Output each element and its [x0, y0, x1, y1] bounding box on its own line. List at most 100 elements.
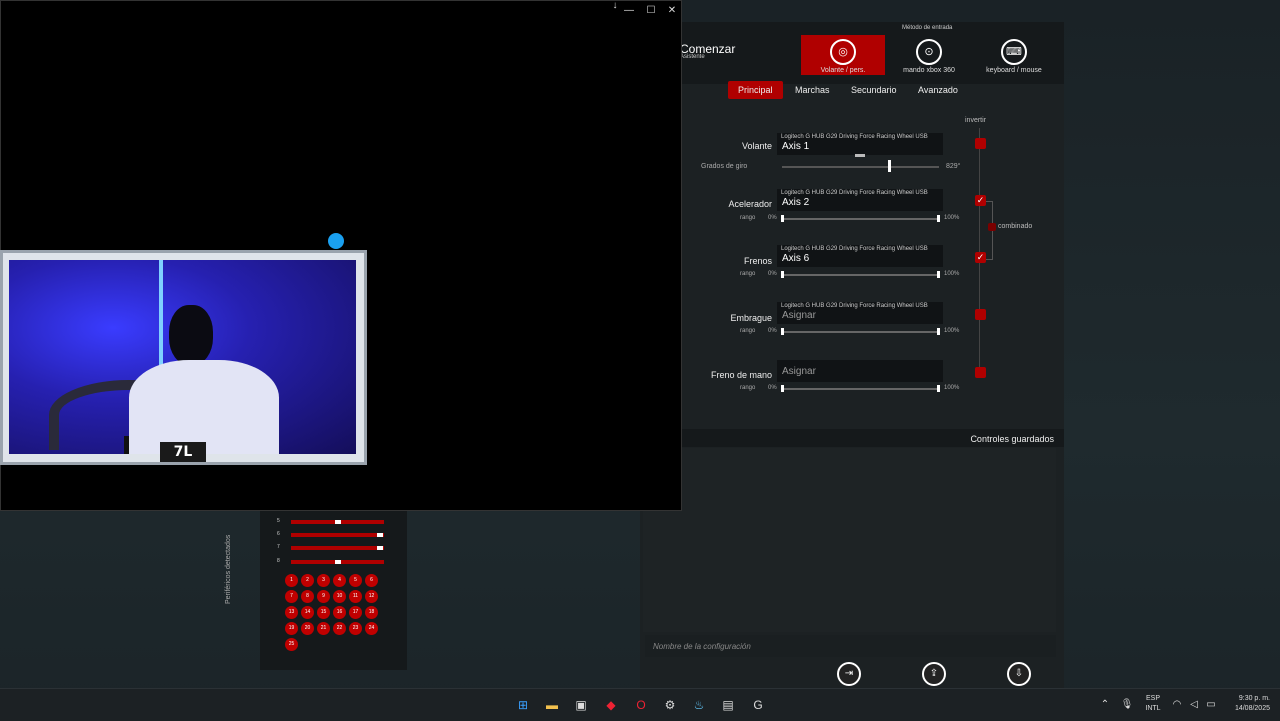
range-min: 0% — [768, 328, 777, 334]
range-max-handle[interactable] — [937, 215, 940, 222]
clock[interactable]: 9:30 p. m. 14/08/2025 — [1222, 694, 1270, 714]
button-indicator: 6 — [365, 574, 378, 587]
range-max-handle[interactable] — [937, 271, 940, 278]
range-row-freno-de-mano: rango 0% 100% — [700, 384, 960, 394]
range-track[interactable] — [781, 218, 939, 220]
mode-keyboard-button[interactable]: ⌨ keyboard / mouse — [972, 35, 1056, 75]
button-indicator: 15 — [317, 606, 330, 619]
axis-device-acelerador: Logitech G HUB G29 Driving Force Racing … — [781, 190, 928, 196]
axis-device-frenos: Logitech G HUB G29 Driving Force Racing … — [781, 246, 928, 252]
range-track[interactable] — [781, 388, 939, 390]
load-button[interactable]: ⇪ — [922, 662, 946, 686]
range-min: 0% — [768, 215, 777, 221]
button-indicator: 13 — [285, 606, 298, 619]
button-indicator: 2 — [301, 574, 314, 587]
rotation-slider[interactable] — [782, 166, 939, 168]
maximize-button[interactable]: ☐ — [643, 5, 659, 16]
axis-number: 7 — [277, 544, 280, 550]
mode-xbox-button[interactable]: ⊙ mando xbox 360 — [887, 35, 971, 75]
tab-secundario[interactable]: Secundario — [841, 81, 907, 99]
range-min-handle[interactable] — [781, 385, 784, 392]
rotation-label: Grados de giro — [701, 163, 748, 170]
microphone-icon[interactable]: 🎙 — [1118, 696, 1136, 714]
saved-controls-list[interactable] — [643, 448, 1056, 632]
button-indicator: 12 — [365, 590, 378, 603]
config-name-placeholder: Nombre de la configuración — [653, 642, 751, 651]
axis-field-freno-de-mano[interactable]: Asignar — [777, 360, 943, 382]
person-hoodie — [129, 360, 279, 454]
invert-toggle-freno-de-mano[interactable] — [975, 367, 986, 378]
axis-field-volante[interactable]: Logitech G HUB G29 Driving Force Racing … — [777, 133, 943, 155]
taskbar: ⊞ ▬ ▣ ◆ O ⚙ ♨ ▤ G ⌃ 🎙 ESP INTL ◠ ◁ ▭ 9:3… — [0, 688, 1280, 721]
app-diamond-icon[interactable]: ◆ — [602, 696, 620, 714]
mode-wheel-label: Volante / pers. — [820, 67, 866, 74]
opera-browser-icon[interactable]: O — [632, 696, 650, 714]
language-indicator[interactable]: ESP INTL — [1143, 694, 1163, 714]
tab-avanzado[interactable]: Avanzado — [908, 81, 968, 99]
person-head — [169, 305, 213, 365]
window-app-icon[interactable]: ▤ — [719, 696, 737, 714]
store-icon[interactable]: ▣ — [572, 696, 590, 714]
combined-toggle[interactable] — [988, 223, 996, 231]
range-row-embrague: rango 0% 100% — [700, 327, 960, 337]
range-min-handle[interactable] — [781, 215, 784, 222]
axis-field-frenos[interactable]: Logitech G HUB G29 Driving Force Racing … — [777, 245, 943, 267]
range-min-handle[interactable] — [781, 271, 784, 278]
peripherals-panel: 5 6 7 8 1 2 3 4 5 6 7 8 9 10 11 12 13 14 15 16 17 18 19 20 2… — [260, 510, 407, 670]
clock-time: 9:30 p. m. — [1238, 695, 1270, 702]
logitech-ghub-icon[interactable]: G — [749, 696, 767, 714]
wifi-icon[interactable]: ◠ — [1168, 696, 1186, 714]
button-indicator: 20 — [301, 622, 314, 635]
close-button[interactable]: ✕ — [664, 5, 680, 16]
range-max-handle[interactable] — [937, 385, 940, 392]
range-min-handle[interactable] — [781, 328, 784, 335]
invert-toggle-volante[interactable] — [975, 138, 986, 149]
range-row-frenos: rango 0% 100% — [700, 270, 960, 280]
button-indicator: 1 — [285, 574, 298, 587]
steam-icon[interactable]: ♨ — [690, 696, 708, 714]
file-explorer-icon[interactable]: ▬ — [543, 696, 561, 714]
save-icon: ⇩ — [1014, 668, 1024, 679]
saved-controls-label: Controles guardados — [970, 434, 1054, 444]
tray-chevron-icon[interactable]: ⌃ — [1096, 696, 1114, 714]
range-track[interactable] — [781, 331, 939, 333]
rotation-slider-handle[interactable] — [888, 160, 891, 172]
language-code: ESP — [1145, 695, 1160, 702]
battery-icon[interactable]: ▭ — [1202, 696, 1220, 714]
save-button[interactable]: ⇩ — [1007, 662, 1031, 686]
range-max-handle[interactable] — [937, 328, 940, 335]
mode-keyboard-label: keyboard / mouse — [986, 67, 1042, 74]
invert-toggle-embrague[interactable] — [975, 309, 986, 320]
saved-controls-header: Controles guardados — [640, 429, 1064, 447]
invert-toggle-acelerador[interactable]: ✓ — [975, 195, 986, 206]
exit-button[interactable]: ⇥ — [837, 662, 861, 686]
button-indicator: 17 — [349, 606, 362, 619]
axis-field-acelerador[interactable]: Logitech G HUB G29 Driving Force Racing … — [777, 189, 943, 211]
axis-field-embrague[interactable]: Logitech G HUB G29 Driving Force Racing … — [777, 302, 943, 324]
axis-label-acelerador: Acelerador — [728, 199, 772, 209]
windows-start-icon[interactable]: ⊞ — [514, 696, 532, 714]
config-name-field[interactable]: Nombre de la configuración — [645, 635, 1056, 657]
minimize-button[interactable]: — — [621, 5, 637, 16]
volume-icon[interactable]: ◁ — [1185, 696, 1203, 714]
mode-wheel-button[interactable]: ◎ Volante / pers. — [801, 35, 885, 75]
invert-toggle-frenos[interactable]: ✓ — [975, 252, 986, 263]
axis-bar-marker — [377, 546, 383, 550]
button-indicator: 9 — [317, 590, 330, 603]
button-indicator: 7 — [285, 590, 298, 603]
rotation-value: 829° — [946, 163, 961, 170]
tab-marchas[interactable]: Marchas — [785, 81, 840, 99]
range-max: 100% — [944, 385, 960, 391]
axis-number: 8 — [277, 558, 280, 564]
wheel-position-marker — [855, 154, 865, 157]
pointer-dot — [328, 233, 344, 249]
axis-bar — [291, 520, 384, 524]
input-method-label: Método de entrada — [902, 25, 953, 31]
button-indicator: 23 — [349, 622, 362, 635]
tab-principal[interactable]: Principal — [728, 81, 783, 99]
range-max: 100% — [944, 271, 960, 277]
steam-app-icon[interactable]: ⚙ — [661, 696, 679, 714]
range-track[interactable] — [781, 274, 939, 276]
button-indicator: 16 — [333, 606, 346, 619]
peripherals-title: Periféricos detectados — [225, 534, 232, 604]
